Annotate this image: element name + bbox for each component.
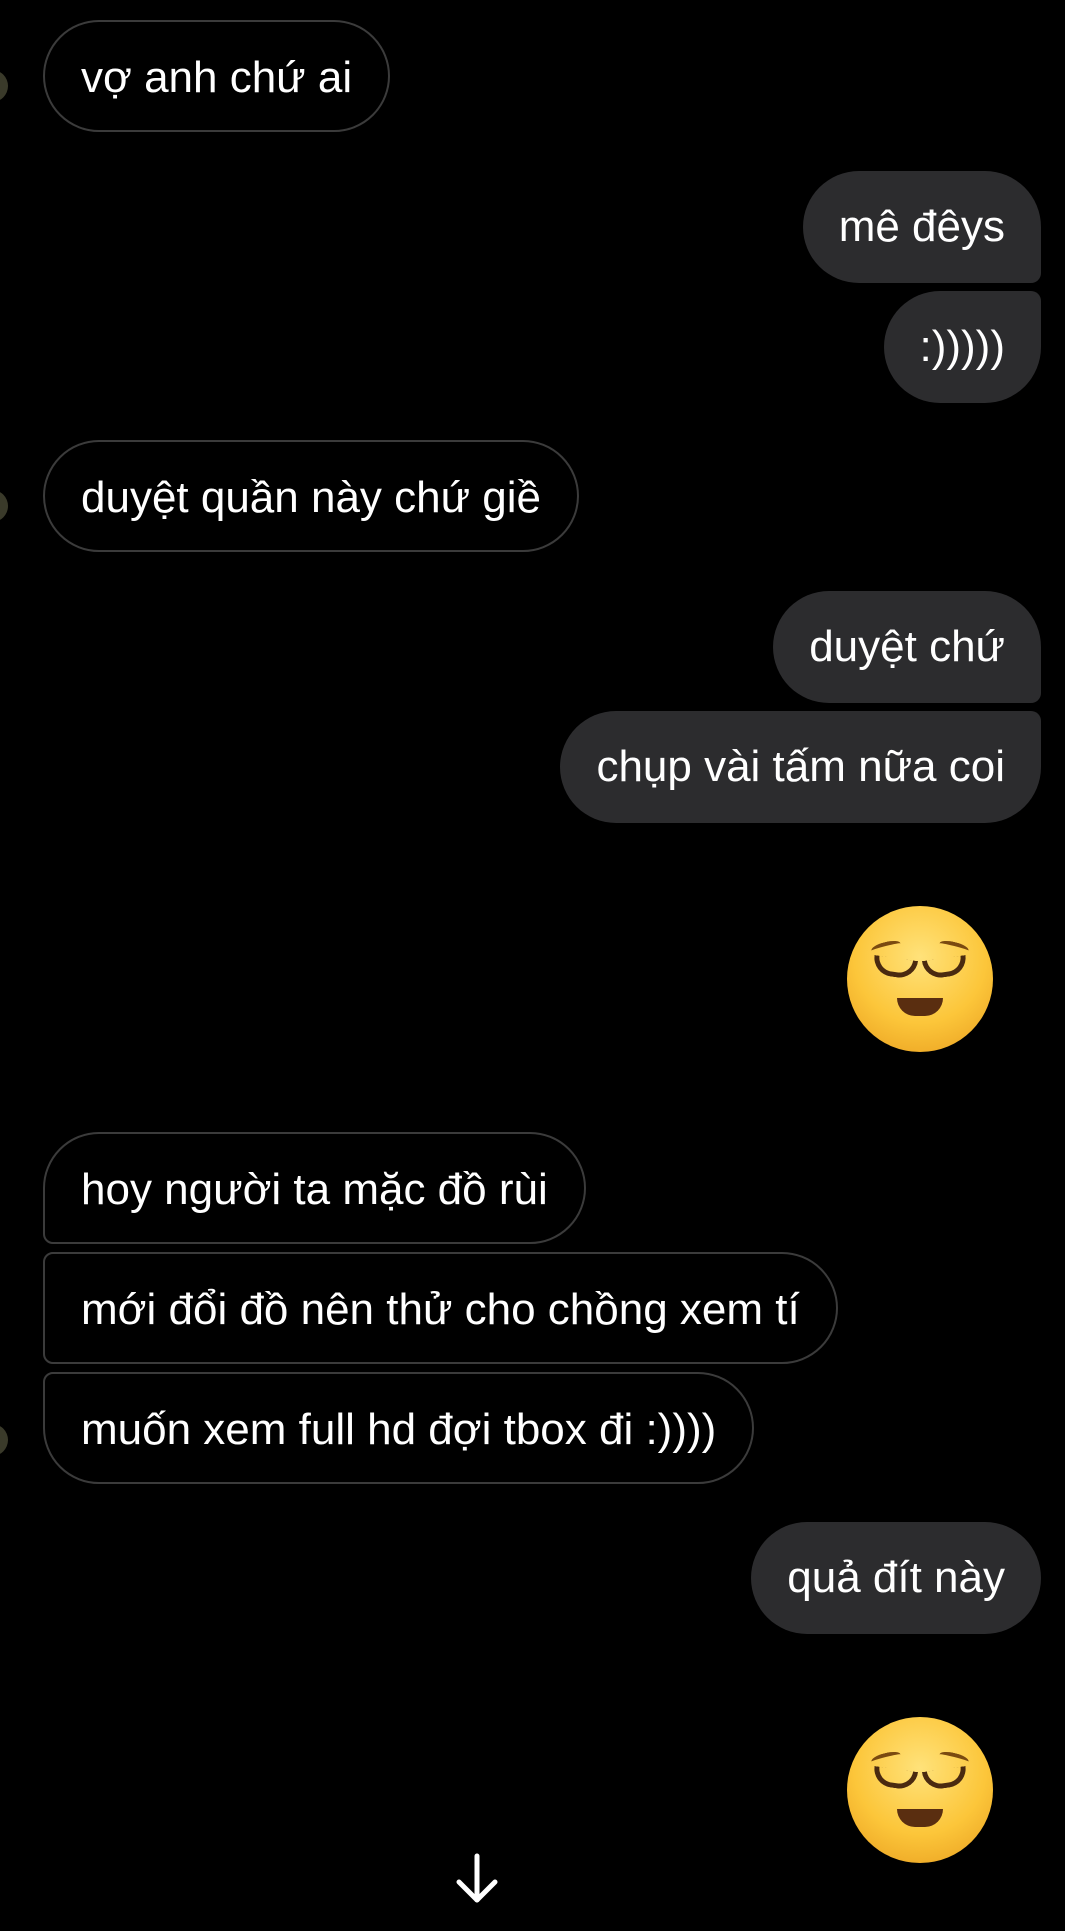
message-bubble-incoming[interactable]: vợ anh chứ ai [43, 20, 391, 132]
message-bubble-incoming[interactable]: muốn xem full hd đợi tbox đi :)))) [43, 1372, 755, 1484]
arrow-down-icon[interactable] [454, 1852, 500, 1906]
message-bubble-outgoing[interactable]: mê đêys [802, 171, 1041, 283]
message-bubble-outgoing[interactable]: :))))) [883, 291, 1041, 403]
avatar[interactable] [0, 490, 8, 522]
avatar[interactable] [0, 70, 8, 102]
message-bubble-outgoing[interactable]: quả đít này [751, 1522, 1041, 1634]
message-bubble-incoming[interactable]: mới đổi đồ nên thử cho chồng xem tí [43, 1252, 838, 1364]
message-bubble-incoming[interactable]: hoy người ta mặc đồ rùi [43, 1132, 586, 1244]
avatar[interactable] [0, 1424, 8, 1456]
message-bubble-outgoing[interactable]: chụp vài tấm nữa coi [560, 711, 1041, 823]
relieved-face-icon[interactable] [847, 906, 993, 1052]
message-bubble-outgoing[interactable]: duyệt chứ [773, 591, 1041, 703]
message-bubble-incoming[interactable]: duyệt quần này chứ giề [43, 440, 580, 552]
relieved-face-icon[interactable] [847, 1717, 993, 1863]
